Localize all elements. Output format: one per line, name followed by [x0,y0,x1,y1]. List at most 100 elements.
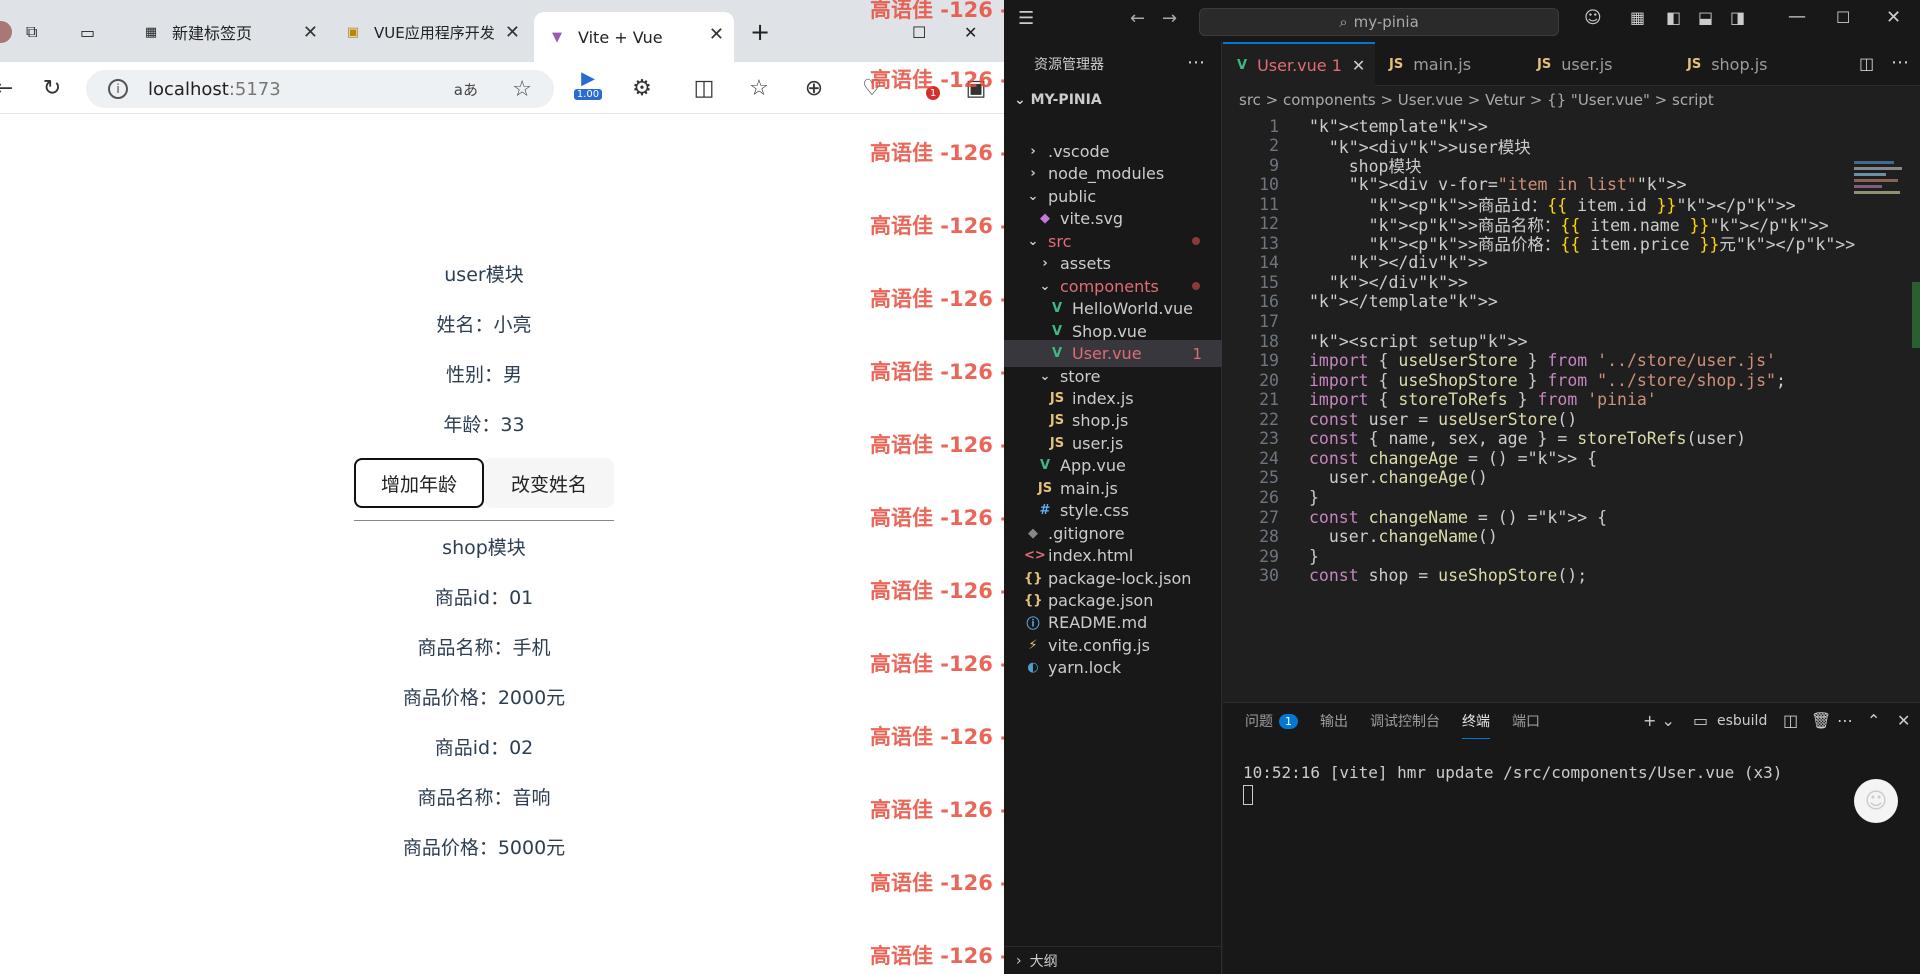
site-info-icon[interactable]: i [108,79,128,99]
tab-vue-doc[interactable]: ▣ VUE应用程序开发 ✕ [334,10,530,54]
tab-ports[interactable]: 端口 [1512,703,1540,739]
watermark: 高语佳 -126 - 1475 [870,725,1004,749]
browser-tab-strip: ⧉ ▭ ▦ 新建标签页 ✕ ▣ VUE应用程序开发 ✕ ▼ Vite + Vue… [0,0,1004,62]
url-port: :5173 [228,78,281,100]
translate-icon[interactable]: aあ [454,79,478,100]
trash-icon[interactable]: 🗑 [1811,711,1831,730]
toggle-panel-icon[interactable]: ⬓ [1698,8,1713,27]
change-name-button[interactable]: 改变姓名 [484,458,614,508]
minimize-icon[interactable]: — [1788,6,1806,27]
maximize-icon[interactable]: ☐ [1836,8,1850,27]
more-actions-icon[interactable]: ⋯ [1837,711,1853,730]
file-tree-label: App.vue [1060,456,1126,476]
toggle-secondary-sidebar-icon[interactable]: ◨ [1730,8,1745,27]
tab-shop-js[interactable]: JS shop.js [1673,42,1823,86]
close-icon[interactable]: ✕ [505,22,520,43]
folder-open-icon: ⌄ [1039,368,1051,384]
shop-module-title: shop模块 [442,537,526,559]
tab-debug-console[interactable]: 调试控制台 [1370,703,1440,739]
tab-user-vue[interactable]: V User.vue 1 ✕ [1223,42,1375,86]
chevron-down-icon[interactable]: ⌄ [1014,92,1026,108]
refresh-icon[interactable]: ↻ [38,74,66,102]
file-tree-label: yarn.lock [1048,658,1122,678]
profile-avatar[interactable] [0,10,12,54]
tab-problems[interactable]: 问题 1 [1245,703,1298,739]
close-window-icon[interactable]: ✕ [1886,7,1901,28]
back-icon[interactable]: ← [1130,8,1145,29]
minimap[interactable] [1854,158,1910,238]
toggle-sidebar-icon[interactable]: ◧ [1666,8,1681,27]
folder-closed-icon: › [1042,256,1048,272]
split-screen-icon[interactable]: ◫ [690,74,718,102]
menu-icon[interactable]: ☰ [1018,8,1034,29]
more-actions-icon[interactable]: ⋯ [1891,52,1909,73]
layout-icon[interactable]: ▦ [1630,8,1645,27]
close-icon[interactable]: ✕ [1352,56,1365,75]
outline-section[interactable]: › 大纲 [1004,946,1222,974]
file-tree-label: src [1048,231,1072,251]
explorer-sidebar: 资源管理器 ⋯ ⌄ MY-PINIA › .vscode › node_modules… [1004,42,1222,974]
url-input[interactable]: i localhost:5173 aあ ☆ [86,70,554,108]
terminal-output[interactable]: 10:52:16 [vite] hmr update /src/componen… [1243,763,1782,782]
close-panel-icon[interactable]: ✕ [1897,711,1910,730]
js-icon: JS [1049,435,1065,451]
user-gender: 性别：男 [445,364,522,386]
vscode-window: ☰ ← → ⌕ my-pinia ☺ ▦ ◧ ⬓ ◨ — ☐ ✕ 资源管理器 ⋯ … [1004,0,1920,974]
collections-icon[interactable]: ⧉ [26,10,56,54]
tab-output[interactable]: 输出 [1320,703,1348,739]
outline-label: 大纲 [1029,953,1058,970]
favorite-star-icon[interactable]: ☆ [512,77,532,102]
maximize-panel-icon[interactable]: ⌃ [1867,711,1880,730]
vue-doc-icon: ▣ [346,24,360,40]
watermark: 高语佳 -126 - 1475 [870,944,1004,968]
terminal-cursor [1243,785,1253,805]
tab-actions-icon[interactable]: ▭ [80,10,110,54]
watermark: 高语佳 -126 - 1475 [870,798,1004,822]
close-icon[interactable]: ✕ [709,24,724,45]
tab-label: 问题 [1245,714,1273,730]
new-terminal-icon[interactable]: + ⌄ [1643,711,1675,730]
assistant-avatar[interactable]: ☺ [1854,779,1898,823]
tab-new-tab[interactable]: ▦ 新建标签页 ✕ [130,10,328,54]
code-line[interactable]: 30 const shop = useShopStore(); [1223,564,1920,588]
vue-icon: V [1051,323,1063,339]
file-tree-label: README.md [1048,613,1148,633]
command-center-search[interactable]: ⌕ my-pinia [1199,8,1559,36]
search-text: my-pinia [1353,13,1419,31]
breadcrumb[interactable]: src > components > User.vue > Vetur > {}… [1223,86,1920,114]
info-icon: ⓘ [1026,617,1040,633]
watermark: 高语佳 -126 - 1475 [870,433,1004,457]
folder-closed-icon: › [1030,166,1036,182]
tab-user-js[interactable]: JS user.js [1523,42,1673,86]
scrollbar[interactable] [1912,282,1920,348]
add-age-button[interactable]: 增加年龄 [354,458,484,508]
code-editor[interactable]: 1 "k"><template"k">> 2 "k"><div"k">>user模块… [1223,114,1920,702]
forward-icon[interactable]: → [1162,8,1177,29]
back-icon[interactable]: ← [0,74,18,102]
watermark: 高语佳 -126 - 1475 [870,68,1004,92]
vite-icon: ▼ [552,29,562,45]
yarn-icon: ◐ [1027,660,1039,676]
js-icon: JS [1049,413,1065,429]
tab-vite-vue[interactable]: ▼ Vite + Vue ✕ [534,12,734,62]
close-icon[interactable]: ✕ [303,22,318,43]
item-name: 商品名称：音响 [417,787,551,809]
file-tree-item[interactable]: ◐ yarn.lock [1004,654,1222,681]
terminal-task-name[interactable]: esbuild [1717,713,1767,729]
more-actions-icon[interactable]: ⋯ [1187,52,1205,73]
modified-dot [1192,237,1200,246]
tab-main-js[interactable]: JS main.js [1375,42,1523,86]
read-aloud-icon[interactable]: ▶ 1.00 [573,68,603,100]
split-terminal-icon[interactable]: ◫ [1783,711,1798,730]
new-tab-button[interactable]: + [750,10,774,54]
extensions-icon[interactable]: ⚙ [628,74,656,102]
tab-terminal[interactable]: 终端 [1462,703,1490,739]
css-icon: # [1039,503,1051,519]
split-editor-icon[interactable]: ◫ [1859,54,1874,73]
vscode-titlebar: ☰ ← → ⌕ my-pinia ☺ ▦ ◧ ⬓ ◨ — ☐ ✕ [1004,0,1920,42]
copilot-icon[interactable]: ☺ [1584,8,1602,28]
folder-closed-icon: › [1030,144,1036,159]
favorites-icon[interactable]: ☆ [745,74,773,102]
modified-dot [1192,282,1200,291]
collections-toolbar-icon[interactable]: ⊕ [800,74,828,102]
